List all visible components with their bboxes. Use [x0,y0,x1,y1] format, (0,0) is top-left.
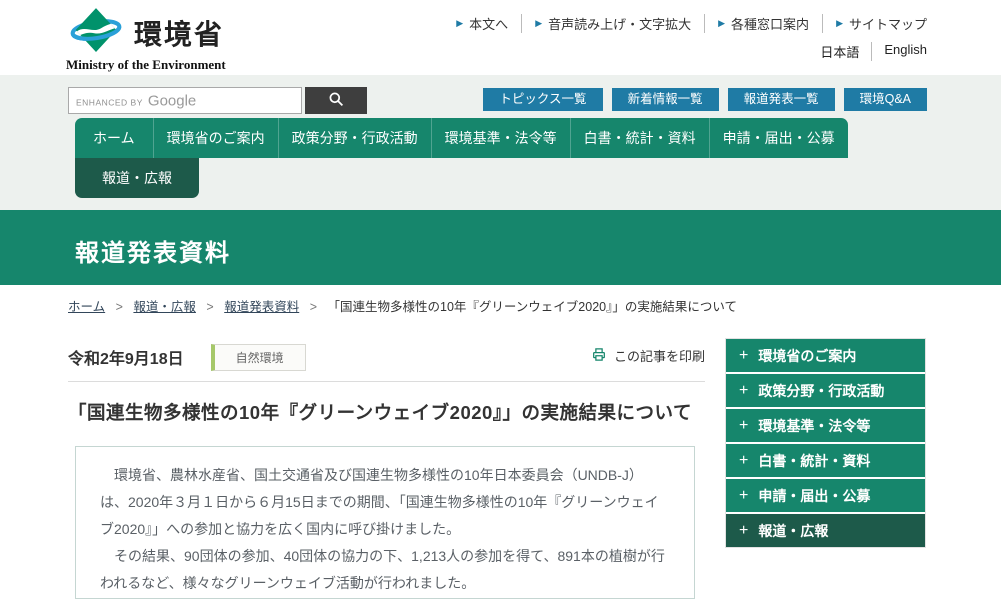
sidebar-item-label: 環境基準・法令等 [758,417,871,434]
language-links: 日本語 English [808,42,927,61]
utility-link-sitemap[interactable]: ▶ サイトマップ [823,14,927,33]
nav-item-about-moe[interactable]: 環境省のご案内 [152,118,278,158]
sidebar-item-applications[interactable]: + 申請・届出・公募 [726,479,925,512]
site-header: 環境省 Ministry of the Environment ▶ 本文へ ▶ … [0,0,1001,75]
breadcrumb-separator: > [309,300,318,314]
nav-item-whitepapers-stats[interactable]: 白書・統計・資料 [569,118,709,158]
lang-link-japanese[interactable]: 日本語 [808,42,873,61]
moe-logo[interactable]: 環境省 Ministry of the Environment [66,4,226,73]
article-paragraph: その結果、90団体の参加、40団体の協力の下、1,213人の参加を得て、891本… [100,547,665,591]
article-meta-row: 令和2年9月18日 自然環境 この記事を印刷 [68,342,705,372]
main-nav: ホーム 環境省のご案内 政策分野・行政活動 環境基準・法令等 白書・統計・資料 … [75,118,848,158]
nav-item-home[interactable]: ホーム [75,118,153,158]
article-summary-box: 環境省、農林水産省、国土交通省及び国連生物多様性の10年日本委員会（UNDB-J… [75,446,695,599]
search-icon [328,91,344,110]
utility-link-label: 各種窓口案内 [731,17,810,32]
sidebar-item-whitepapers-stats[interactable]: + 白書・統計・資料 [726,444,925,477]
plus-icon: + [739,486,749,504]
moe-logo-icon [66,4,126,61]
triangle-icon: ▶ [718,18,726,28]
utility-link-contact-desks[interactable]: ▶ 各種窓口案内 [705,14,824,33]
utility-link-to-content[interactable]: ▶ 本文へ [443,14,523,33]
quick-buttons: トピックス一覧 新着情報一覧 報道発表一覧 環境Q&A [483,88,927,111]
sidebar-item-about-moe[interactable]: + 環境省のご案内 [726,339,925,372]
whats-new-list-button[interactable]: 新着情報一覧 [611,88,719,111]
nav-item-policy-fields[interactable]: 政策分野・行政活動 [277,118,431,158]
article-title: 「国連生物多様性の10年『グリーンウェイブ2020』」の実施結果について [68,402,693,423]
triangle-icon: ▶ [456,18,464,28]
breadcrumb-link-press-pr[interactable]: 報道・広報 [133,300,196,314]
plus-icon: + [739,521,749,539]
nav-item-press-pr-active[interactable]: 報道・広報 [75,158,199,198]
plus-icon: + [739,416,749,434]
triangle-icon: ▶ [836,18,843,28]
plus-icon: + [739,346,749,364]
category-badge[interactable]: 自然環境 [210,343,306,371]
article-column: 令和2年9月18日 自然環境 この記事を印刷 「国連生物多様性の10年『グリーン… [68,342,705,599]
header-band: ENHANCED BY Google トピックス一覧 新着情報一覧 報道発表一覧… [0,75,1001,210]
article-paragraph: 環境省、農林水産省、国土交通省及び国連生物多様性の10年日本委員会（UNDB-J… [100,467,659,537]
lang-link-english[interactable]: English [872,42,927,61]
breadcrumb-separator: > [115,300,123,314]
triangle-icon: ▶ [535,18,543,28]
printer-icon [591,347,607,365]
plus-icon: + [739,381,749,399]
divider [68,381,705,382]
sidebar-item-label: 白書・統計・資料 [758,452,871,469]
sidebar-item-label: 申請・届出・公募 [758,487,871,504]
nav-item-applications[interactable]: 申請・届出・公募 [708,118,848,158]
utility-link-label: サイトマップ [848,17,927,32]
breadcrumb-link-press-releases[interactable]: 報道発表資料 [224,300,299,314]
search-input[interactable] [69,88,301,113]
utility-link-voice-textzoom[interactable]: ▶ 音声読み上げ・文字拡大 [522,14,706,33]
breadcrumb-current: 「国連生物多様性の10年『グリーンウェイブ2020』」の実施結果について [327,300,737,314]
breadcrumb-link-home[interactable]: ホーム [68,300,105,314]
utility-links: ▶ 本文へ ▶ 音声読み上げ・文字拡大 ▶ 各種窓口案内 ▶ サイトマップ [443,14,927,33]
sidebar-item-label: 政策分野・行政活動 [758,382,885,399]
breadcrumb: ホーム > 報道・広報 > 報道発表資料 > 「国連生物多様性の10年『グリーン… [68,296,737,315]
utility-link-label: 本文へ [469,17,509,32]
page-title-band: 報道発表資料 [0,210,1001,285]
sidebar-item-label: 環境省のご案内 [758,347,857,364]
search-button[interactable] [305,87,367,114]
plus-icon: + [739,451,749,469]
press-release-list-button[interactable]: 報道発表一覧 [727,88,835,111]
page-title: 報道発表資料 [75,240,231,267]
topics-list-button[interactable]: トピックス一覧 [483,88,603,111]
utility-link-label: 音声読み上げ・文字拡大 [548,17,692,32]
sidebar-item-standards-laws[interactable]: + 環境基準・法令等 [726,409,925,442]
env-qa-button[interactable]: 環境Q&A [843,88,927,111]
search-box: ENHANCED BY Google [68,87,302,114]
sidebar-item-policy-fields[interactable]: + 政策分野・行政活動 [726,374,925,407]
sidebar-item-label: 報道・広報 [758,522,829,539]
article-date: 令和2年9月18日 [68,351,184,368]
nav-item-standards-laws[interactable]: 環境基準・法令等 [430,118,570,158]
sidebar-item-press-pr[interactable]: + 報道・広報 [726,514,925,547]
logo-kanji: 環境省 [134,18,225,50]
logo-subtitle: Ministry of the Environment [66,57,226,72]
breadcrumb-separator: > [206,300,214,314]
print-link-label: この記事を印刷 [613,349,705,364]
print-link[interactable]: この記事を印刷 [591,346,705,365]
sidebar-menu: + 環境省のご案内 + 政策分野・行政活動 + 環境基準・法令等 + 白書・統計… [725,338,926,548]
